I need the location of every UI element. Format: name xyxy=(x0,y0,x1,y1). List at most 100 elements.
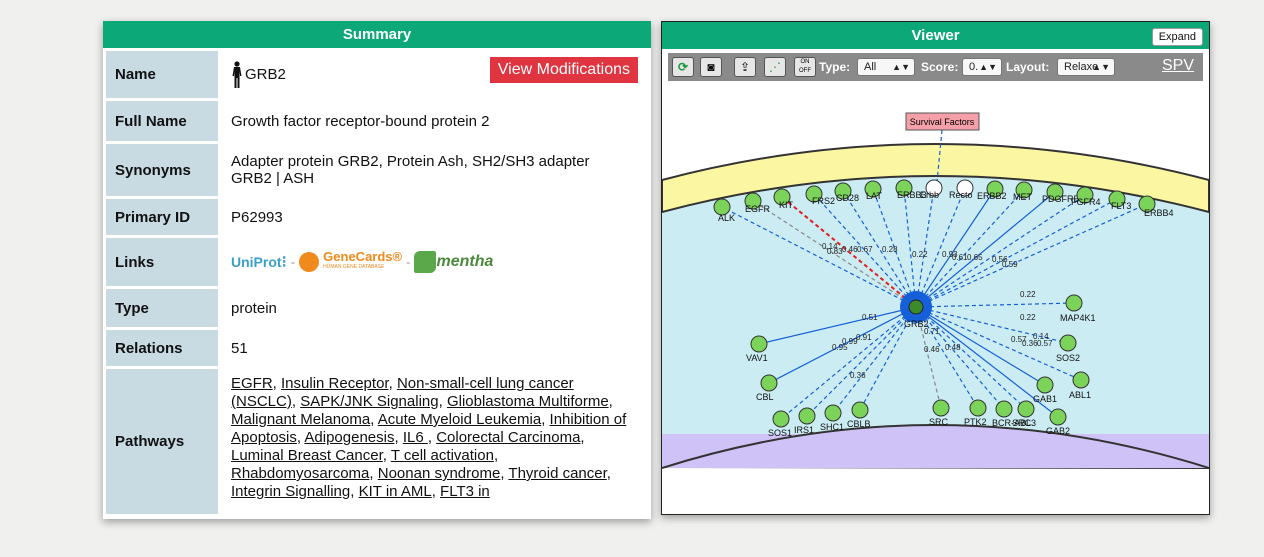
pathway-separator: , xyxy=(608,393,613,410)
edge-score-label: 0.46 xyxy=(842,245,858,254)
full-name-value: Growth factor receptor-bound protein 2 xyxy=(231,112,490,130)
protein-node[interactable] xyxy=(851,401,869,419)
edge-score-label: 0.59 xyxy=(1002,260,1018,269)
genecards-logo-text: GeneCards® xyxy=(323,249,403,264)
protein-node-label: PTK2 xyxy=(964,417,987,427)
toggle-labels-icon: ON OFF xyxy=(799,59,811,74)
view-modifications-button[interactable]: View Modifications xyxy=(489,57,638,83)
pathway-link[interactable]: KIT in AML xyxy=(359,483,432,500)
protein-node-label: Erbb xyxy=(920,190,939,200)
pathways-label: Pathways xyxy=(106,369,218,514)
uniprot-logo-text: UniProt xyxy=(231,254,282,270)
pathway-link[interactable]: Thyroid cancer xyxy=(508,465,606,482)
pathway-link[interactable]: Malignant Melanoma xyxy=(231,411,370,428)
network-button[interactable]: ⋰ xyxy=(764,57,786,77)
edge-score-label: 0.22 xyxy=(912,250,928,259)
uniprot-link[interactable]: UniProt⁝ xyxy=(231,252,287,272)
expand-button[interactable]: Expand xyxy=(1151,28,1203,46)
edge-score-label: 0.83 xyxy=(827,247,843,256)
pathway-link[interactable]: Glioblastoma Multiforme xyxy=(447,393,609,410)
pathway-link[interactable]: Rhabdomyosarcoma xyxy=(231,465,369,482)
pathway-link[interactable]: Acute Myeloid Leukemia xyxy=(378,411,541,428)
type-select[interactable]: All ▲▼ xyxy=(857,58,915,76)
type-select-value: All xyxy=(864,61,877,73)
pathway-separator: , xyxy=(350,483,359,500)
edge-score-label: 0.65 xyxy=(967,253,983,262)
protein-node-label: VAV1 xyxy=(746,353,768,363)
center-node-label: GRB2 xyxy=(904,319,929,329)
pathway-link[interactable]: Insulin Receptor xyxy=(281,375,389,392)
network-graph[interactable]: 0.220.220.140.570.360.570.510.910.990.95… xyxy=(662,82,1209,492)
layout-select[interactable]: Relaxe ▲▼ xyxy=(1057,58,1115,76)
protein-node[interactable] xyxy=(1072,371,1090,389)
pathway-link[interactable]: Noonan syndrome xyxy=(378,465,501,482)
name-label: Name xyxy=(106,51,218,98)
protein-node-label: BCR-ABL xyxy=(992,418,1031,428)
pathway-link[interactable]: IL6 xyxy=(403,429,428,446)
mentha-link[interactable]: mentha xyxy=(414,251,493,273)
edge-score-label: 0.28 xyxy=(882,245,898,254)
protein-node[interactable] xyxy=(1049,408,1067,426)
pathway-separator: , xyxy=(541,411,550,428)
protein-node-label: SOS2 xyxy=(1056,353,1080,363)
pathway-link[interactable]: EGFR xyxy=(231,375,273,392)
viewer-panel: Viewer Expand ⟳ ◙ ⇪ ⋰ ON OFF Type: All ▲▼… xyxy=(661,21,1210,515)
protein-node[interactable] xyxy=(932,399,950,417)
links-separator-2: - xyxy=(406,254,411,269)
full-name-label: Full Name xyxy=(106,101,218,141)
survival-factors-label: Survival Factors xyxy=(910,117,975,127)
genecards-link[interactable]: GeneCards® HUMAN GENE DATABASE xyxy=(299,249,403,272)
edge-score-label: 0.57 xyxy=(1011,335,1027,344)
protein-node[interactable] xyxy=(1059,334,1077,352)
protein-name: GRB2 xyxy=(245,65,286,83)
edge-score-label: 0.61 xyxy=(952,253,968,262)
pathway-link[interactable]: Integrin Signalling xyxy=(231,483,350,500)
genecards-logo-icon xyxy=(299,252,319,272)
protein-node-label: ALK xyxy=(718,213,735,223)
pathway-link[interactable]: T cell activation xyxy=(391,447,494,464)
score-select[interactable]: 0. ▲▼ xyxy=(962,58,1002,76)
pathway-link[interactable]: SAPK/JNK Signaling xyxy=(300,393,438,410)
pathway-separator: , xyxy=(431,483,441,500)
mentha-logo-text: mentha xyxy=(436,253,494,270)
relations-value: 51 xyxy=(231,339,248,357)
pathway-separator: , xyxy=(382,447,391,464)
protein-node[interactable] xyxy=(1017,400,1035,418)
protein-node[interactable] xyxy=(969,399,987,417)
protein-node[interactable] xyxy=(760,374,778,392)
protein-node[interactable] xyxy=(798,407,816,425)
toggle-labels-button[interactable]: ON OFF xyxy=(794,57,816,77)
pathway-link[interactable]: Adipogenesis xyxy=(304,429,394,446)
edge-score-label: 0.46 xyxy=(924,345,940,354)
score-select-value: 0. xyxy=(969,61,979,73)
type-filter-label: Type: xyxy=(819,60,851,74)
pathway-separator: , xyxy=(493,447,499,464)
protein-node[interactable] xyxy=(1065,294,1083,312)
pathway-link[interactable]: FLT3 in xyxy=(440,483,490,500)
refresh-button[interactable]: ⟳ xyxy=(672,57,694,77)
score-filter-label: Score: xyxy=(921,60,959,74)
protein-node[interactable] xyxy=(824,404,842,422)
viewer-header: Viewer Expand xyxy=(662,22,1209,49)
edge-score-label: 0.57 xyxy=(1037,339,1053,348)
protein-node[interactable] xyxy=(772,410,790,428)
pathway-separator: , xyxy=(606,465,611,482)
spv-link[interactable]: SPV xyxy=(1162,57,1194,75)
edge-score-label: 0.22 xyxy=(1020,313,1036,322)
mentha-logo-icon xyxy=(414,251,437,273)
protein-node-label: CBLB xyxy=(847,419,871,429)
edge-score-label: 0.95 xyxy=(832,343,848,352)
pathway-link[interactable]: Luminal Breast Cancer xyxy=(231,447,383,464)
protein-node-label: CBL xyxy=(756,392,774,402)
uniprot-dots-icon: ⁝ xyxy=(281,254,287,271)
protein-node[interactable] xyxy=(750,335,768,353)
center-node[interactable] xyxy=(908,299,924,315)
pathway-link[interactable]: Colorectal Carcinoma xyxy=(436,429,580,446)
export-button[interactable]: ⇪ xyxy=(734,57,756,77)
protein-node[interactable] xyxy=(995,400,1013,418)
protein-node-label: ABL1 xyxy=(1069,390,1091,400)
pathway-separator: , xyxy=(370,411,378,428)
protein-node[interactable] xyxy=(1036,376,1054,394)
protein-node-label: FGFR4 xyxy=(1071,197,1101,207)
snapshot-button[interactable]: ◙ xyxy=(700,57,722,77)
